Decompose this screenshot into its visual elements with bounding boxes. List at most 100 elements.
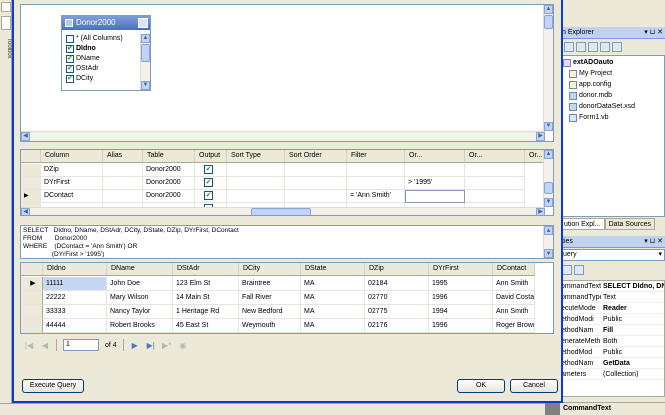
donor-table-box[interactable]: Donor2000 * (All Columns) ✔ DIdno ✔ DName ✔ DS… — [61, 15, 151, 91]
table-box-title[interactable]: Donor2000 — [62, 16, 150, 30]
property-value[interactable]: (Collection) — [601, 369, 664, 379]
column-item[interactable]: * (All Columns) — [66, 34, 142, 44]
diagram-vscroll[interactable]: ▲ ▼ — [543, 5, 553, 131]
scroll-right-icon[interactable]: ▶ — [536, 132, 545, 141]
tab-data-sources[interactable]: Data Sources — [604, 218, 655, 230]
results-row[interactable]: 33333 Nancy Taylor 1 Heritage Rd New Bedfor… — [21, 305, 535, 319]
view-code-icon[interactable] — [600, 42, 610, 52]
results-cell[interactable]: Nancy Taylor — [107, 305, 173, 319]
results-cell[interactable]: 45 East St — [173, 319, 239, 333]
property-row[interactable]: ecuteMode Reader — [561, 303, 664, 314]
criteria-cell-sort-order[interactable] — [285, 190, 347, 203]
results-cell[interactable]: 22222 — [43, 291, 107, 305]
cancel-button[interactable]: Cancel — [510, 379, 558, 393]
scroll-left-icon[interactable]: ◀ — [21, 132, 30, 141]
scroll-left-icon[interactable]: ◀ — [21, 208, 30, 215]
criteria-cell-or1[interactable] — [405, 190, 465, 203]
criteria-cell-column[interactable]: DYrFirst — [41, 177, 103, 190]
results-cell[interactable]: 1995 — [429, 277, 493, 291]
new-row-icon[interactable]: ▶* — [162, 341, 172, 350]
row-selector[interactable] — [21, 319, 43, 333]
results-cell[interactable]: John Doe — [107, 277, 173, 291]
results-row[interactable]: 22222 Mary Wilson 14 Main St Fall River MA 02… — [21, 291, 535, 305]
results-cell[interactable]: 14 Main St — [173, 291, 239, 305]
criteria-cell-or2[interactable] — [465, 164, 525, 177]
move-next-icon[interactable]: ▶ — [130, 341, 140, 350]
property-value[interactable]: GetData — [601, 358, 664, 368]
results-cell[interactable]: 02176 — [365, 319, 429, 333]
property-row[interactable]: ethodNam GetData — [561, 358, 664, 369]
criteria-row[interactable]: DYrFirst Donor2000 ✔ > '1995' — [21, 177, 525, 190]
move-first-icon[interactable]: |◀ — [24, 341, 34, 350]
toolbox-label[interactable]: Toolbox — [0, 38, 12, 59]
property-row[interactable]: ethodModi Public — [561, 314, 664, 325]
results-cell[interactable]: 02775 — [365, 305, 429, 319]
view-designer-icon[interactable] — [612, 42, 622, 52]
tree-item[interactable]: extADOauto — [561, 57, 664, 68]
tree-item[interactable]: My Project — [561, 68, 664, 79]
scroll-thumb[interactable] — [544, 15, 553, 29]
scroll-right-icon[interactable]: ▶ — [536, 208, 545, 215]
tree-item[interactable]: donorDataSet.xsd — [561, 101, 664, 112]
scroll-down-icon[interactable]: ▼ — [544, 249, 553, 258]
results-cell[interactable]: 1996 — [429, 319, 493, 333]
scroll-down-icon[interactable]: ▼ — [141, 81, 150, 90]
properties-object-select[interactable]: uery ▾ — [560, 249, 665, 261]
row-selector[interactable]: ▶ — [21, 277, 43, 291]
property-row[interactable]: ommandType Text — [561, 292, 664, 303]
results-cell[interactable]: 1 Heritage Rd — [173, 305, 239, 319]
criteria-cell-column[interactable]: DZip — [41, 164, 103, 177]
criteria-row[interactable]: DZip Donor2000 ✔ — [21, 164, 525, 177]
criteria-cell-sort-order[interactable] — [285, 177, 347, 190]
criteria-cell-filter[interactable] — [347, 164, 405, 177]
results-cell[interactable]: Mary Wilson — [107, 291, 173, 305]
scroll-thumb[interactable] — [141, 44, 150, 62]
scroll-up-icon[interactable]: ▲ — [544, 5, 553, 14]
diagram-pane[interactable]: Donor2000 * (All Columns) ✔ DIdno ✔ DName ✔ DS… — [20, 4, 554, 142]
results-cell[interactable]: 1994 — [429, 305, 493, 319]
results-cell[interactable]: MA — [301, 277, 365, 291]
tree-item[interactable]: Form1.vb — [561, 112, 664, 123]
results-cell[interactable]: Ann Smith — [493, 277, 535, 291]
column-item[interactable]: ✔ DIdno — [66, 44, 142, 54]
property-row[interactable]: ommandText SELECT DIdno, DN — [561, 281, 664, 292]
results-cell[interactable]: 44444 — [43, 319, 107, 333]
properties-window-controls[interactable]: ▾ ⊔ ✕ — [644, 236, 663, 248]
criteria-cell-sort-type[interactable] — [227, 164, 285, 177]
criteria-cell-table[interactable]: Donor2000 — [143, 177, 195, 190]
results-cell[interactable]: MA — [301, 305, 365, 319]
toolbox-tab[interactable] — [1, 16, 11, 30]
property-value[interactable]: Reader — [601, 303, 664, 313]
criteria-cell-alias[interactable] — [103, 164, 143, 177]
results-cell[interactable]: Braintree — [239, 277, 301, 291]
criteria-vscroll[interactable]: ▲ ▼ — [543, 150, 553, 207]
scroll-up-icon[interactable]: ▲ — [544, 150, 553, 159]
tab-solution-explorer[interactable]: ution Expl... — [560, 218, 605, 230]
property-row[interactable]: ethodMod Public — [561, 347, 664, 358]
pin-icon[interactable] — [1, 2, 11, 12]
stop-icon[interactable]: ◉ — [178, 341, 188, 350]
scroll-down-icon[interactable]: ▼ — [544, 198, 553, 207]
results-cell[interactable]: 33333 — [43, 305, 107, 319]
move-previous-icon[interactable]: ◀ — [40, 341, 50, 350]
column-item[interactable]: ✔ DStAdr — [66, 64, 142, 74]
results-cell[interactable]: Fall River — [239, 291, 301, 305]
ok-button[interactable]: OK — [457, 379, 505, 393]
criteria-hscroll[interactable]: ◀ ▶ — [21, 207, 545, 215]
property-value[interactable]: Both — [601, 336, 664, 346]
criteria-cell-or1[interactable]: > '1995' — [405, 177, 465, 190]
criteria-row[interactable]: ▶ DContact Donor2000 ✔ = 'Ann Smith' — [21, 190, 525, 203]
results-cell[interactable]: 1996 — [429, 291, 493, 305]
criteria-cell-table[interactable]: Donor2000 — [143, 190, 195, 203]
property-value[interactable]: Public — [601, 314, 664, 324]
criteria-cell-filter[interactable] — [347, 177, 405, 190]
row-selector[interactable] — [21, 291, 43, 305]
scroll-up-icon[interactable]: ▲ — [141, 34, 150, 43]
output-checkbox[interactable]: ✔ — [204, 165, 213, 174]
scroll-thumb[interactable] — [544, 182, 553, 194]
criteria-cell-output[interactable]: ✔ — [195, 190, 227, 203]
results-cell[interactable]: Robert Brooks — [107, 319, 173, 333]
checked-checkbox[interactable]: ✔ — [66, 45, 74, 53]
criteria-cell-or2[interactable] — [465, 177, 525, 190]
categorized-icon[interactable] — [562, 265, 572, 275]
